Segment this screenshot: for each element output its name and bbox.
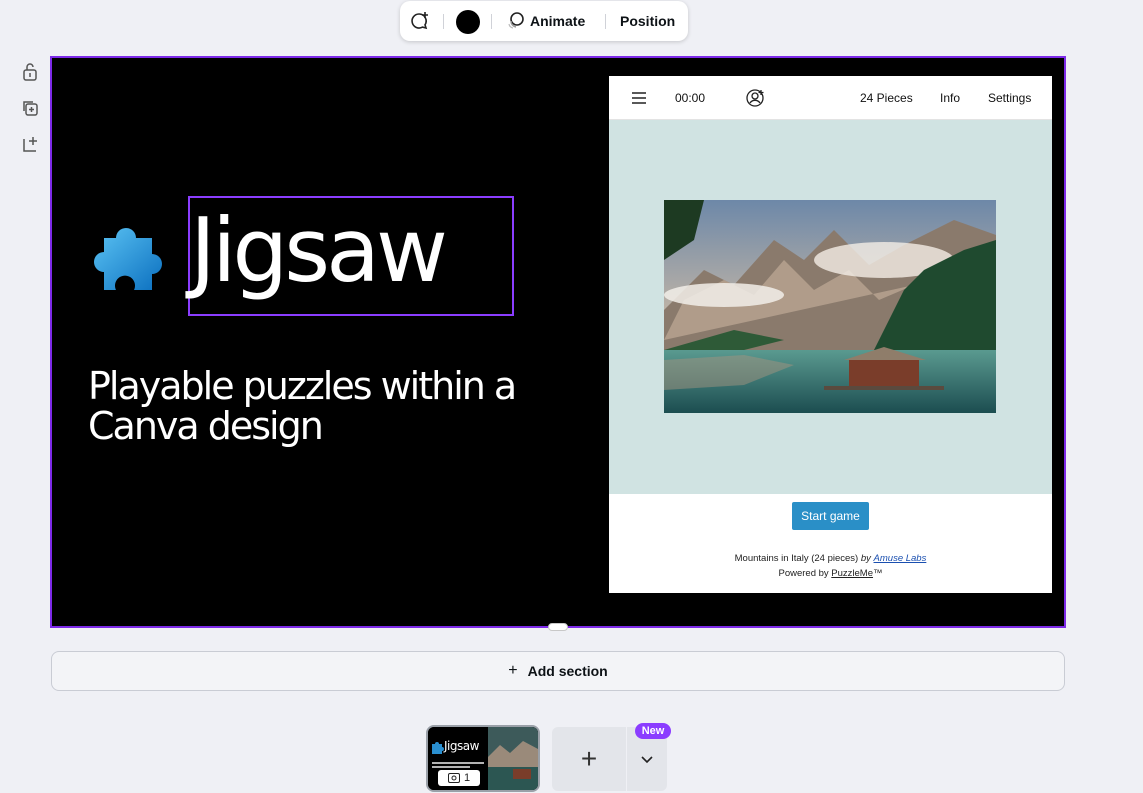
page-resize-handle[interactable] (548, 623, 568, 631)
puzzle-credit: Mountains in Italy (24 pieces) by Amuse … (609, 551, 1052, 581)
design-title[interactable]: Jigsaw (190, 201, 448, 301)
duplicate-icon[interactable] (20, 98, 40, 118)
comment-add-icon[interactable] (408, 9, 432, 33)
trademark-symbol: ™ (873, 568, 883, 579)
puzzle-image[interactable] (664, 200, 996, 413)
plus-icon: + (508, 662, 518, 679)
puzzle-embed[interactable]: 00:00 24 Pieces Info Settings Start game… (609, 76, 1052, 593)
pieces-button[interactable]: 24 Pieces (860, 91, 913, 105)
add-player-icon[interactable] (746, 88, 766, 111)
add-section-label: Add section (527, 663, 608, 679)
start-game-button[interactable]: Start game (792, 502, 869, 530)
design-subtitle[interactable]: Playable puzzles within a Canva design (88, 366, 528, 446)
thumb-page-number: 1 (463, 772, 471, 784)
lock-icon[interactable] (20, 62, 40, 82)
timer: 00:00 (675, 91, 706, 105)
powered-by-label: Powered by (778, 568, 829, 579)
add-section-button[interactable]: + Add section (51, 651, 1065, 691)
design-page[interactable]: Jigsaw Playable puzzles within a Canva d… (50, 56, 1066, 628)
color-swatch[interactable] (455, 9, 480, 34)
settings-button[interactable]: Settings (988, 91, 1031, 105)
amuse-labs-link[interactable]: Amuse Labs (874, 553, 927, 564)
animate-icon[interactable] (504, 10, 528, 32)
position-button[interactable]: Position (620, 11, 675, 31)
eye-icon (447, 773, 460, 783)
new-badge: New (635, 723, 671, 739)
credit-by: by (860, 553, 871, 564)
animate-button[interactable]: Animate (530, 11, 585, 31)
chevron-down-icon (641, 756, 653, 764)
info-button[interactable]: Info (940, 91, 960, 105)
thumb-page-badge: 1 (438, 770, 480, 786)
puzzle-credit-title: Mountains in Italy (24 pieces) (734, 553, 859, 564)
puzzle-header: 00:00 24 Pieces Info Settings (609, 76, 1052, 120)
thumb-title: Jigsaw (444, 739, 479, 753)
page-thumbnail[interactable]: Jigsaw 1 (426, 725, 540, 792)
puzzle-piece-icon[interactable] (86, 216, 172, 302)
menu-icon[interactable] (631, 90, 647, 109)
puzzleme-link[interactable]: PuzzleMe (831, 568, 873, 579)
add-page-icon[interactable] (20, 134, 40, 154)
floating-toolbar: Animate Position (400, 1, 688, 41)
puzzle-play-area[interactable] (609, 120, 1052, 494)
add-page-button[interactable]: + (552, 727, 626, 791)
